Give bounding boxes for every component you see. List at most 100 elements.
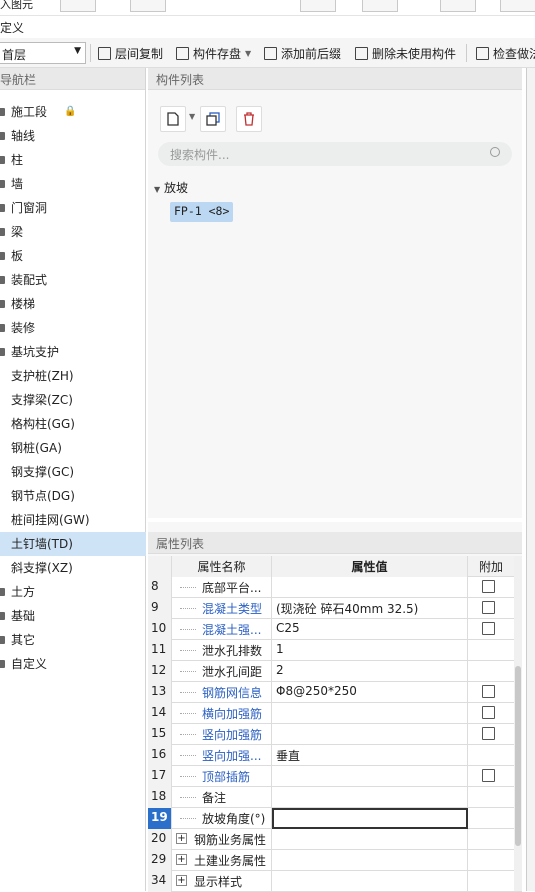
ribbon-tab[interactable] xyxy=(500,0,535,12)
table-row[interactable]: 34 + 显示样式 xyxy=(148,871,522,892)
table-row[interactable]: 14 横向加强筋 xyxy=(148,703,522,724)
sidebar-item[interactable]: 装修 xyxy=(0,316,146,340)
property-value[interactable]: Φ8@250*250 xyxy=(272,682,468,703)
add-checkbox[interactable] xyxy=(482,769,495,782)
ribbon-tab[interactable] xyxy=(60,0,96,12)
sidebar-item-label: 基坑支护 xyxy=(11,345,60,359)
add-checkbox[interactable] xyxy=(482,727,495,740)
add-checkbox[interactable] xyxy=(482,706,495,719)
sidebar-item[interactable]: 斜支撑(XZ) xyxy=(0,556,146,580)
caret-down-icon[interactable]: ▼ xyxy=(154,185,160,194)
sidebar-item[interactable]: 桩间挂网(GW) xyxy=(0,508,146,532)
save-component-button[interactable]: 构件存盘 ▼ xyxy=(176,44,251,62)
property-value[interactable] xyxy=(272,808,468,829)
chevron-down-icon[interactable]: ▼ xyxy=(189,112,195,121)
property-name: 泄水孔间距 xyxy=(172,661,272,682)
sidebar-item[interactable]: 钢桩(GA) xyxy=(0,436,146,460)
property-name: 混凝土类型 xyxy=(172,598,272,619)
property-value[interactable] xyxy=(272,577,468,598)
vertical-scrollbar[interactable] xyxy=(514,556,522,891)
property-add-cell xyxy=(468,745,514,766)
table-row[interactable]: 11 泄水孔排数 1 xyxy=(148,640,522,661)
component-search-input[interactable]: 搜索构件... xyxy=(158,142,512,166)
ribbon-label[interactable]: 入图元 xyxy=(0,0,33,12)
category-icon xyxy=(0,348,5,356)
sidebar-item[interactable]: 基础 xyxy=(0,604,146,628)
ribbon-tab[interactable] xyxy=(440,0,476,12)
property-name: 横向加强筋 xyxy=(172,703,272,724)
table-row[interactable]: 19 放坡角度(°) xyxy=(148,808,522,829)
table-row[interactable]: 17 顶部插筋 xyxy=(148,766,522,787)
table-row[interactable]: 29 + 土建业务属性 xyxy=(148,850,522,871)
sidebar-item[interactable]: 钢支撑(GC) xyxy=(0,460,146,484)
floor-select[interactable]: 首层 ▼ xyxy=(0,42,86,64)
table-row[interactable]: 10 混凝土强... C25 xyxy=(148,619,522,640)
search-icon[interactable] xyxy=(490,147,500,157)
sidebar-item[interactable]: 基坑支护 xyxy=(0,340,146,364)
property-value[interactable]: 1 xyxy=(272,640,468,661)
category-icon xyxy=(0,588,5,596)
table-row[interactable]: 20 + 钢筋业务属性 xyxy=(148,829,522,850)
delete-component-button[interactable] xyxy=(236,106,262,132)
expand-icon[interactable]: + xyxy=(176,833,187,844)
property-value[interactable] xyxy=(272,829,468,850)
table-row[interactable]: 15 竖向加强筋 xyxy=(148,724,522,745)
sidebar-item[interactable]: 门窗洞 xyxy=(0,196,146,220)
sidebar-item[interactable]: 钢节点(DG) xyxy=(0,484,146,508)
property-value[interactable]: C25 xyxy=(272,619,468,640)
property-value[interactable] xyxy=(272,724,468,745)
property-value[interactable]: 2 xyxy=(272,661,468,682)
property-value[interactable] xyxy=(272,850,468,871)
sidebar-item[interactable]: 梁 xyxy=(0,220,146,244)
property-value[interactable] xyxy=(272,871,468,892)
expand-icon[interactable]: + xyxy=(176,875,187,886)
sidebar-item[interactable]: 墙 xyxy=(0,172,146,196)
lock-icon[interactable]: 🔒 xyxy=(64,100,76,124)
table-row[interactable]: 16 竖向加强... 垂直 xyxy=(148,745,522,766)
sidebar-item[interactable]: 装配式 xyxy=(0,268,146,292)
copy-component-button[interactable] xyxy=(200,106,226,132)
tree-group[interactable]: ▼ 放坡 xyxy=(154,179,188,196)
property-name: 竖向加强... xyxy=(172,745,272,766)
sidebar-item[interactable]: 其它 xyxy=(0,628,146,652)
delete-unused-button[interactable]: 删除未使用构件 xyxy=(355,44,456,62)
table-row[interactable]: 18 备注 xyxy=(148,787,522,808)
tree-line xyxy=(180,608,196,609)
add-checkbox[interactable] xyxy=(482,622,495,635)
property-add-cell xyxy=(468,787,514,808)
sidebar-item[interactable]: 自定义 xyxy=(0,652,146,676)
tree-item-selected[interactable]: FP-1 <8> xyxy=(170,202,234,222)
add-prefix-button[interactable]: 添加前后缀 xyxy=(264,44,341,62)
add-checkbox[interactable] xyxy=(482,685,495,698)
scrollbar-thumb[interactable] xyxy=(515,666,521,846)
sidebar-item[interactable]: 支护桩(ZH) xyxy=(0,364,146,388)
sidebar-item[interactable]: 施工段 🔒 xyxy=(0,100,146,124)
property-value[interactable] xyxy=(272,766,468,787)
copy-floor-button[interactable]: 层间复制 xyxy=(98,44,163,62)
sidebar-item[interactable]: 土钉墙(TD) xyxy=(0,532,146,556)
property-value[interactable]: (现浇砼 碎石40mm 32.5) xyxy=(272,598,468,619)
property-value[interactable]: 垂直 xyxy=(272,745,468,766)
table-row[interactable]: 8 底部平台... xyxy=(148,577,522,598)
table-row[interactable]: 9 混凝土类型 (现浇砼 碎石40mm 32.5) xyxy=(148,598,522,619)
sidebar-item[interactable]: 格构柱(GG) xyxy=(0,412,146,436)
expand-icon[interactable]: + xyxy=(176,854,187,865)
sidebar-item[interactable]: 土方 xyxy=(0,580,146,604)
sidebar-item[interactable]: 楼梯 xyxy=(0,292,146,316)
new-component-button[interactable] xyxy=(160,106,186,132)
add-checkbox[interactable] xyxy=(482,601,495,614)
sidebar-item[interactable]: 支撑梁(ZC) xyxy=(0,388,146,412)
property-value[interactable] xyxy=(272,787,468,808)
save-icon xyxy=(176,46,189,60)
ribbon-tab[interactable] xyxy=(130,0,166,12)
sidebar-item[interactable]: 轴线 xyxy=(0,124,146,148)
table-row[interactable]: 12 泄水孔间距 2 xyxy=(148,661,522,682)
sidebar-item[interactable]: 板 xyxy=(0,244,146,268)
ribbon-tab[interactable] xyxy=(362,0,398,12)
sidebar-item[interactable]: 柱 xyxy=(0,148,146,172)
property-value[interactable] xyxy=(272,703,468,724)
check-button[interactable]: 检查做法 xyxy=(476,44,535,62)
table-row[interactable]: 13 钢筋网信息 Φ8@250*250 xyxy=(148,682,522,703)
add-checkbox[interactable] xyxy=(482,580,495,593)
ribbon-tab[interactable] xyxy=(300,0,336,12)
